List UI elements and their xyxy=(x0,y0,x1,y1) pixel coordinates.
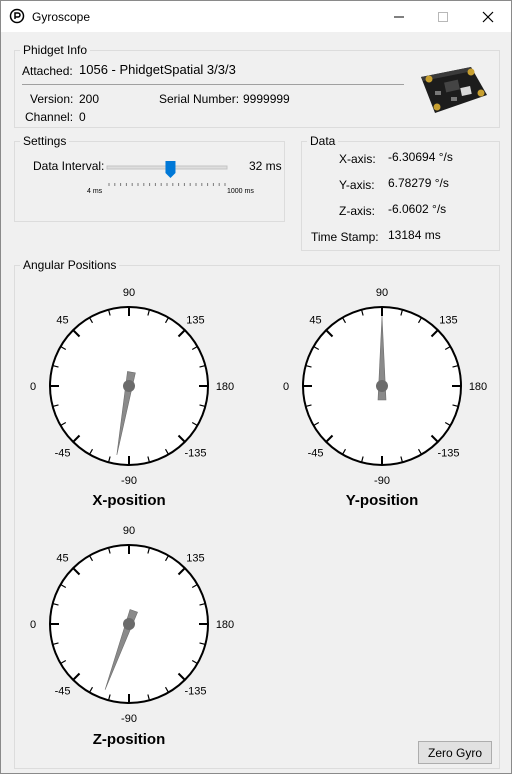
gauge-label: -45 xyxy=(308,447,324,459)
gauge-label: 180 xyxy=(469,381,487,393)
minimize-icon xyxy=(394,16,404,17)
window-title: Gyroscope xyxy=(32,10,91,24)
gauge-1: 90 135 180 -135 -90 -45 0 45 xyxy=(30,287,234,487)
gauge-label: 90 xyxy=(376,287,388,299)
gauge-label: -135 xyxy=(184,685,206,697)
gauge-hub xyxy=(376,380,388,392)
minimize-button[interactable] xyxy=(376,1,422,32)
gauge-label: 135 xyxy=(186,315,204,327)
gauge-label: -90 xyxy=(121,713,137,725)
x-position-title: X-position xyxy=(92,492,166,509)
gauge-label: 180 xyxy=(216,619,234,631)
gyroscope-window: Gyroscope Phidget Info Attached: 1056 - … xyxy=(0,0,512,774)
gauge-label: 90 xyxy=(123,525,135,537)
y-position-title: Y-position xyxy=(345,492,419,509)
gauge-label: 45 xyxy=(56,315,68,327)
gauge-label: -45 xyxy=(55,685,71,697)
gauge-3: 90 135 180 -135 -90 -45 0 45 xyxy=(30,525,234,725)
gauge-label: 0 xyxy=(30,381,36,393)
gauge-hub xyxy=(123,380,135,392)
gauge-hub xyxy=(123,618,135,630)
gauge-2: 90 135 180 -135 -90 -45 0 45 xyxy=(283,287,487,487)
title-bar[interactable]: Gyroscope xyxy=(1,1,511,32)
phidgets-logo-icon xyxy=(9,8,25,24)
client-area: Phidget Info Attached: 1056 - PhidgetSpa… xyxy=(1,32,511,773)
gauge-label: 90 xyxy=(123,287,135,299)
gauge-label: 135 xyxy=(186,553,204,565)
maximize-button[interactable] xyxy=(420,1,466,32)
gauge-label: 180 xyxy=(216,381,234,393)
maximize-icon xyxy=(438,11,448,22)
gauge-label: 0 xyxy=(30,619,36,631)
zero-gyro-button[interactable]: Zero Gyro xyxy=(418,741,492,764)
close-button[interactable] xyxy=(465,1,511,32)
gauge-label: -90 xyxy=(374,475,390,487)
gauge-label: 135 xyxy=(439,315,457,327)
gauge-label: -135 xyxy=(184,447,206,459)
gauge-label: -45 xyxy=(55,447,71,459)
gauge-label: 0 xyxy=(283,381,289,393)
gauge-label: 45 xyxy=(56,553,68,565)
z-position-title: Z-position xyxy=(92,731,166,748)
gauge-label: 45 xyxy=(309,315,321,327)
close-icon xyxy=(482,11,494,22)
gauge-label: -90 xyxy=(121,475,137,487)
angular-gauges: 90 135 180 -135 -90 -45 0 45 90 135 180 -135 -90 -45 0… xyxy=(30,287,487,725)
gauge-label: -135 xyxy=(437,447,459,459)
